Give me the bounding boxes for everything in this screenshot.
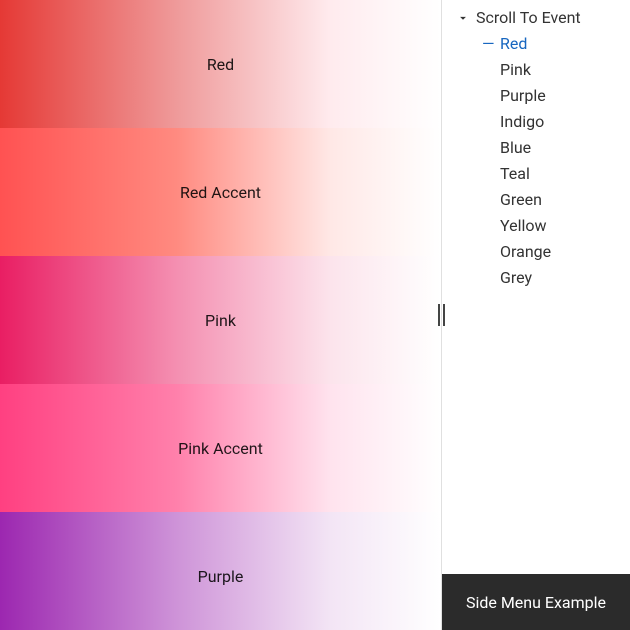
tree-item-label: Green <box>500 187 542 213</box>
swatch-pink-accent[interactable]: Pink Accent <box>0 384 441 512</box>
tree-item-grey[interactable]: —Grey <box>482 265 620 291</box>
swatch-red[interactable]: Red <box>0 0 441 128</box>
swatch-label: Red Accent <box>180 183 261 202</box>
active-marker-icon: — <box>482 36 494 52</box>
chevron-down-icon <box>456 11 470 25</box>
tree-item-teal[interactable]: —Teal <box>482 161 620 187</box>
tree-item-green[interactable]: —Green <box>482 187 620 213</box>
tree-item-label: Purple <box>500 83 546 109</box>
footer-button-label: Side Menu Example <box>466 593 606 612</box>
tree-item-label: Grey <box>500 265 532 291</box>
side-menu: Scroll To Event —Red—Pink—Purple—Indigo—… <box>442 0 630 630</box>
tree-item-label: Orange <box>500 239 551 265</box>
swatch-label: Purple <box>198 567 244 586</box>
tree-item-label: Indigo <box>500 109 544 135</box>
tree-item-indigo[interactable]: —Indigo <box>482 109 620 135</box>
tree-item-blue[interactable]: —Blue <box>482 135 620 161</box>
tree-header-label: Scroll To Event <box>476 8 581 27</box>
resize-handle-icon[interactable] <box>434 302 448 328</box>
tree-header-scroll-to-event[interactable]: Scroll To Event <box>456 8 620 27</box>
tree-item-label: Yellow <box>500 213 547 239</box>
tree-item-red[interactable]: — Red <box>482 31 620 57</box>
tree-item-label: Teal <box>500 161 530 187</box>
swatch-label: Pink Accent <box>178 439 263 458</box>
tree-item-label: Blue <box>500 135 531 161</box>
tree-item-yellow[interactable]: —Yellow <box>482 213 620 239</box>
tree-children: —Red—Pink—Purple—Indigo—Blue—Teal—Green—… <box>456 31 620 291</box>
side-menu-example-button[interactable]: Side Menu Example <box>442 574 630 630</box>
tree-item-label: Pink <box>500 57 531 83</box>
tree-item-pink[interactable]: —Pink <box>482 57 620 83</box>
swatch-pink[interactable]: Pink <box>0 256 441 384</box>
swatch-purple[interactable]: Purple <box>0 512 441 630</box>
swatch-red-accent[interactable]: Red Accent <box>0 128 441 256</box>
swatch-label: Red <box>207 55 234 74</box>
color-swatch-panel: Red Red Accent Pink Pink Accent Purple <box>0 0 442 630</box>
tree-item-label: Red <box>500 31 527 57</box>
tree-item-orange[interactable]: —Orange <box>482 239 620 265</box>
swatch-label: Pink <box>205 311 236 330</box>
tree-item-purple[interactable]: —Purple <box>482 83 620 109</box>
